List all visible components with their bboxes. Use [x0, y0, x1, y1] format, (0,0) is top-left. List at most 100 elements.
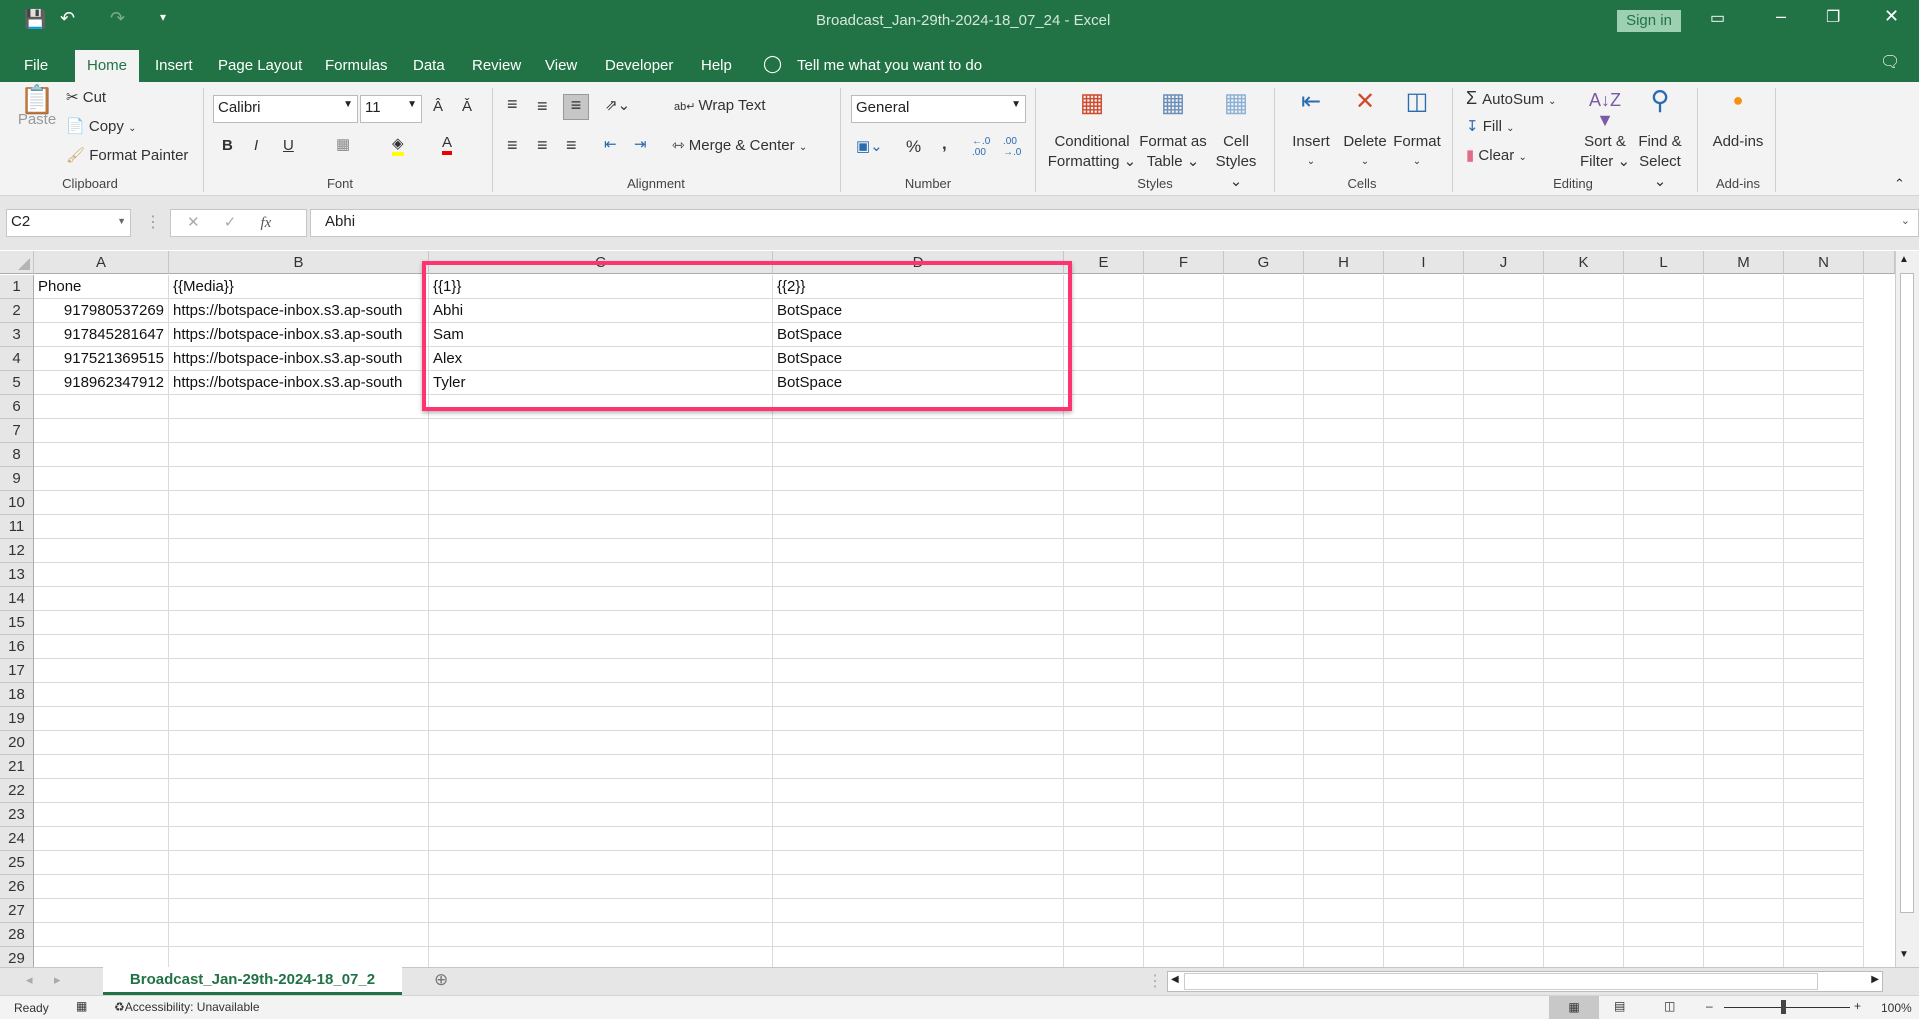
cell-C25[interactable] — [429, 851, 773, 875]
cell-K24[interactable] — [1544, 827, 1624, 851]
cell-K18[interactable] — [1544, 683, 1624, 707]
cell-H28[interactable] — [1304, 923, 1384, 947]
cell-I15[interactable] — [1384, 611, 1464, 635]
cell-K17[interactable] — [1544, 659, 1624, 683]
cell-D18[interactable] — [773, 683, 1064, 707]
minimize-button[interactable]: – — [1776, 6, 1786, 27]
cell-I29[interactable] — [1384, 947, 1464, 967]
cell-H8[interactable] — [1304, 443, 1384, 467]
cell-M21[interactable] — [1704, 755, 1784, 779]
cell-K29[interactable] — [1544, 947, 1624, 967]
row-header[interactable]: 11 — [0, 515, 34, 539]
cell-C27[interactable] — [429, 899, 773, 923]
cell-B7[interactable] — [169, 419, 429, 443]
cell-D3[interactable]: BotSpace — [773, 323, 1064, 347]
cell-E26[interactable] — [1064, 875, 1144, 899]
cell-C9[interactable] — [429, 467, 773, 491]
cell-K3[interactable] — [1544, 323, 1624, 347]
cell-J18[interactable] — [1464, 683, 1544, 707]
column-header-C[interactable]: C — [429, 251, 773, 274]
wrap-text-button[interactable]: ab↵ Wrap Text — [674, 97, 766, 114]
cell-E18[interactable] — [1064, 683, 1144, 707]
cell-N1[interactable] — [1784, 275, 1864, 299]
cell-B19[interactable] — [169, 707, 429, 731]
column-header-G[interactable]: G — [1224, 251, 1304, 274]
tab-review[interactable]: Review — [462, 50, 531, 82]
cell-G14[interactable] — [1224, 587, 1304, 611]
tab-insert[interactable]: Insert — [145, 50, 203, 82]
cell-L13[interactable] — [1624, 563, 1704, 587]
tab-developer[interactable]: Developer — [595, 50, 683, 82]
comma-button[interactable]: , — [942, 134, 947, 154]
cell-C23[interactable] — [429, 803, 773, 827]
cell-F18[interactable] — [1144, 683, 1224, 707]
tab-formulas[interactable]: Formulas — [315, 50, 398, 82]
scroll-right-icon[interactable]: ▶ — [1871, 974, 1879, 985]
scroll-down-icon[interactable]: ▼ — [1899, 949, 1909, 960]
cell-H25[interactable] — [1304, 851, 1384, 875]
row-header[interactable]: 13 — [0, 563, 34, 587]
cell-G16[interactable] — [1224, 635, 1304, 659]
cell-C24[interactable] — [429, 827, 773, 851]
cell-K23[interactable] — [1544, 803, 1624, 827]
cell-A22[interactable] — [34, 779, 169, 803]
tell-me-search[interactable]: Tell me what you want to do — [787, 50, 992, 82]
cell-A11[interactable] — [34, 515, 169, 539]
cell-N19[interactable] — [1784, 707, 1864, 731]
cell-L9[interactable] — [1624, 467, 1704, 491]
cell-B12[interactable] — [169, 539, 429, 563]
cell-E5[interactable] — [1064, 371, 1144, 395]
cell-F25[interactable] — [1144, 851, 1224, 875]
cell-M6[interactable] — [1704, 395, 1784, 419]
cell-J6[interactable] — [1464, 395, 1544, 419]
cell-D10[interactable] — [773, 491, 1064, 515]
cell-B20[interactable] — [169, 731, 429, 755]
enter-icon[interactable]: ✓ — [224, 214, 237, 231]
cell-A12[interactable] — [34, 539, 169, 563]
zoom-out-button[interactable]: – — [1706, 999, 1713, 1013]
cell-F20[interactable] — [1144, 731, 1224, 755]
cell-I12[interactable] — [1384, 539, 1464, 563]
cell-B23[interactable] — [169, 803, 429, 827]
insert-cells-button[interactable]: ⇤ Insert ⌄ — [1284, 90, 1338, 172]
cell-A15[interactable] — [34, 611, 169, 635]
cell-I26[interactable] — [1384, 875, 1464, 899]
cell-D4[interactable]: BotSpace — [773, 347, 1064, 371]
cell-E17[interactable] — [1064, 659, 1144, 683]
row-header[interactable]: 10 — [0, 491, 34, 515]
cell-E13[interactable] — [1064, 563, 1144, 587]
cell-M18[interactable] — [1704, 683, 1784, 707]
cell-A6[interactable] — [34, 395, 169, 419]
cell-D16[interactable] — [773, 635, 1064, 659]
tab-help[interactable]: Help — [691, 50, 742, 82]
cell-D28[interactable] — [773, 923, 1064, 947]
tab-file[interactable]: File — [14, 50, 58, 82]
cell-D2[interactable]: BotSpace — [773, 299, 1064, 323]
cell-A5[interactable]: 918962347912 — [34, 371, 169, 395]
cell-D25[interactable] — [773, 851, 1064, 875]
font-name-select[interactable]: Calibri ▼ — [213, 95, 358, 123]
column-header-E[interactable]: E — [1064, 251, 1144, 274]
formula-input[interactable]: Abhi ⌄ — [310, 209, 1919, 237]
cell-B15[interactable] — [169, 611, 429, 635]
conditional-formatting-button[interactable]: ▦ Conditional Formatting ⌄ — [1044, 89, 1140, 172]
cell-E21[interactable] — [1064, 755, 1144, 779]
cell-L10[interactable] — [1624, 491, 1704, 515]
cell-J11[interactable] — [1464, 515, 1544, 539]
cell-M10[interactable] — [1704, 491, 1784, 515]
format-cells-button[interactable]: ◫ Format ⌄ — [1390, 90, 1444, 172]
cell-C3[interactable]: Sam — [429, 323, 773, 347]
cell-C21[interactable] — [429, 755, 773, 779]
sheet-tab-active[interactable]: Broadcast_Jan-29th-2024-18_07_2 — [103, 967, 402, 995]
cell-M12[interactable] — [1704, 539, 1784, 563]
cell-N22[interactable] — [1784, 779, 1864, 803]
row-header[interactable]: 9 — [0, 467, 34, 491]
cell-L27[interactable] — [1624, 899, 1704, 923]
cell-E16[interactable] — [1064, 635, 1144, 659]
cell-I20[interactable] — [1384, 731, 1464, 755]
redo-icon[interactable]: ↷ — [110, 8, 125, 29]
cell-E8[interactable] — [1064, 443, 1144, 467]
cell-M9[interactable] — [1704, 467, 1784, 491]
cell-C2[interactable]: Abhi — [429, 299, 773, 323]
cell-E29[interactable] — [1064, 947, 1144, 967]
